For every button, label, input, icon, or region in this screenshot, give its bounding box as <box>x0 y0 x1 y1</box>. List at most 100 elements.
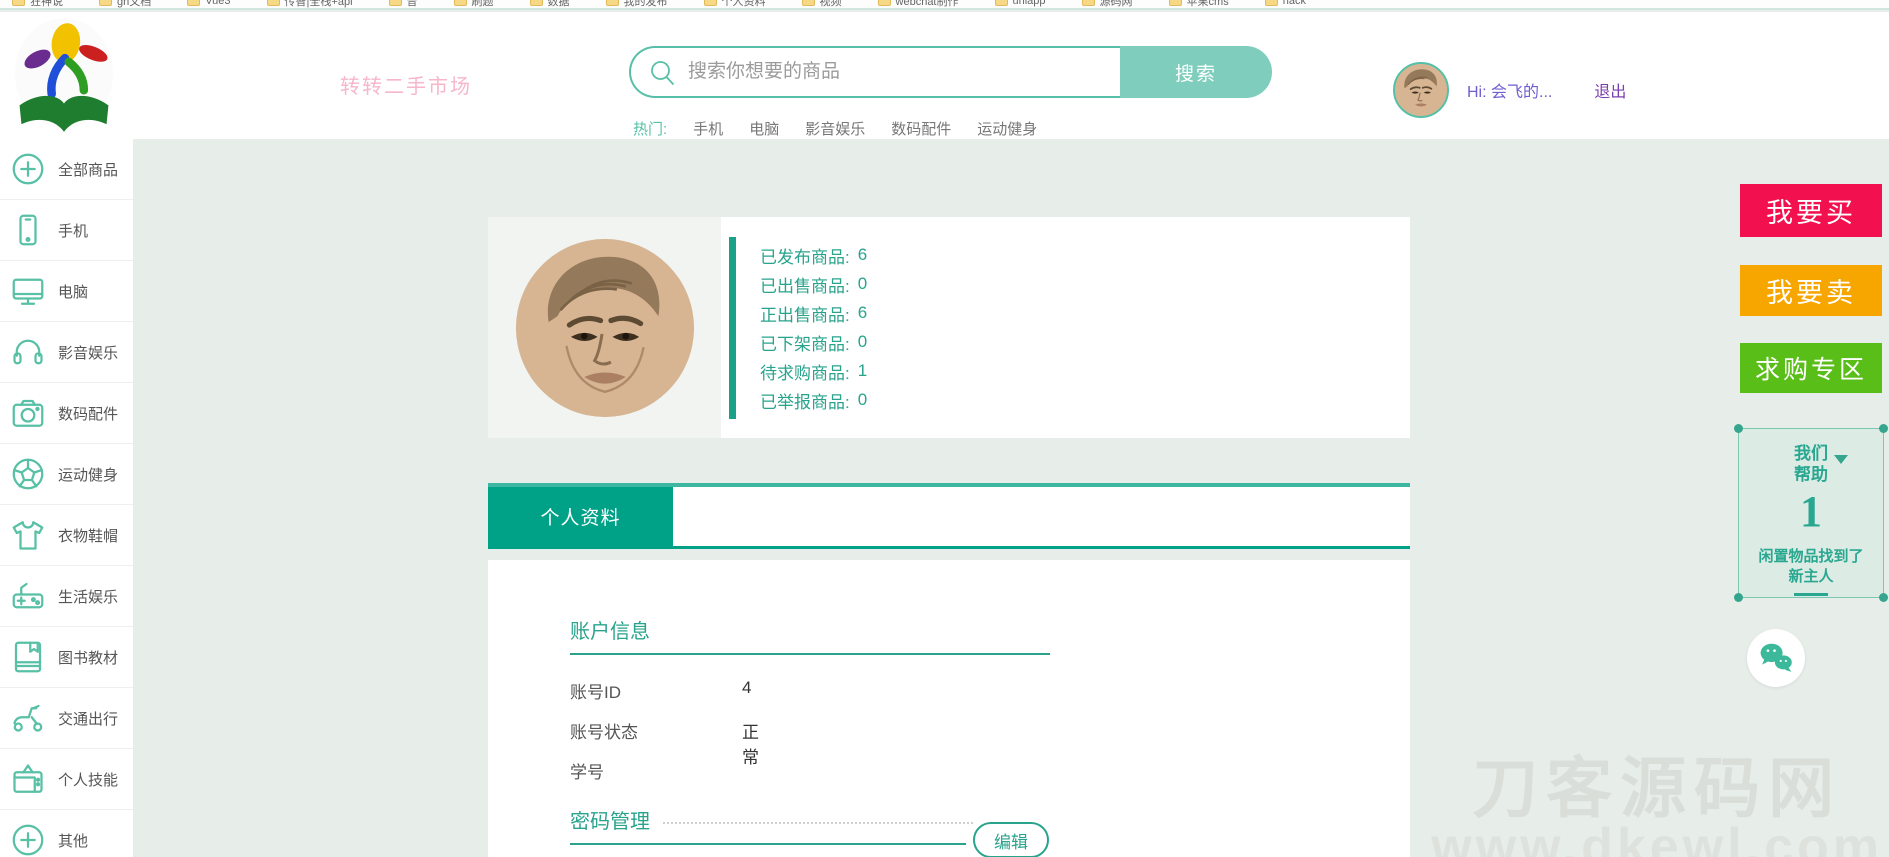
hot-link-accessories[interactable]: 数码配件 <box>891 118 951 139</box>
sidebar-item-label: 数码配件 <box>58 405 119 423</box>
bookmark-item[interactable]: 数据 <box>529 0 570 8</box>
folder-icon <box>801 0 815 6</box>
bookmark-label: 传智|全栈+api <box>284 0 353 8</box>
folder-icon <box>529 0 543 6</box>
bookmark-label: 音 <box>406 0 418 8</box>
folder-icon <box>877 0 891 6</box>
folder-icon <box>1264 0 1278 6</box>
sidebar-item-other[interactable]: 其他 <box>0 810 133 857</box>
help-title: 我们 帮助 <box>1794 443 1848 485</box>
help-underline <box>1794 593 1828 596</box>
tshirt-icon <box>10 517 46 553</box>
headphones-icon <box>10 334 46 370</box>
sidebar-item-label: 图书教材 <box>58 649 119 667</box>
bookmark-label: Vue3 <box>205 0 231 7</box>
tab-row: 个人资料 <box>488 487 1410 549</box>
buy-button[interactable]: 我要买 <box>1740 184 1882 237</box>
sidebar-item-personal-skills[interactable]: 个人技能 <box>0 749 133 810</box>
sidebar-item-clothing[interactable]: 衣物鞋帽 <box>0 505 133 566</box>
site-logo[interactable] <box>12 18 116 136</box>
sidebar-item-books[interactable]: 图书教材 <box>0 627 133 688</box>
sell-button[interactable]: 我要卖 <box>1740 265 1882 316</box>
page: 狂神说 gh文档 Vue3 传智|全栈+api 音 刷题 数据 我的发布 个人资… <box>0 0 1889 857</box>
sidebar-item-all-products[interactable]: 全部商品 <box>0 139 133 200</box>
stat-reported: 已举报商品: 0 <box>760 390 868 412</box>
bookmark-item[interactable]: 刷题 <box>453 0 494 8</box>
site-title: 转转二手市场 <box>340 76 472 98</box>
book-icon <box>10 639 46 675</box>
bookmark-label: gh文档 <box>117 0 152 8</box>
bookmark-item[interactable]: 我的发布 <box>605 0 668 8</box>
bookmark-label: 视频 <box>819 0 842 8</box>
password-section-title: 密码管理 <box>570 811 650 833</box>
search-box <box>629 46 1120 98</box>
bookmark-item[interactable]: 传智|全栈+api <box>266 0 353 8</box>
help-counter-widget: 我们 帮助 1 闲置物品找到了 新主人 <box>1734 424 1888 602</box>
sidebar-item-label: 全部商品 <box>58 161 119 179</box>
search-input[interactable] <box>688 61 1068 83</box>
sidebar-item-label: 交通出行 <box>58 710 119 728</box>
avatar[interactable] <box>1393 62 1449 118</box>
search-button[interactable]: 搜索 <box>1120 46 1272 98</box>
folder-icon <box>99 0 112 6</box>
tab-personal-profile[interactable]: 个人资料 <box>488 487 673 546</box>
hot-link-phone[interactable]: 手机 <box>693 118 723 139</box>
folder-icon <box>266 0 280 6</box>
avatar-panel <box>488 217 721 438</box>
bookmark-item[interactable]: webchat制作 <box>877 0 959 8</box>
section-divider <box>570 653 1050 655</box>
sidebar-item-life-entertainment[interactable]: 生活娱乐 <box>0 566 133 627</box>
hot-link-computer[interactable]: 电脑 <box>749 118 779 139</box>
edit-password-button[interactable]: 编辑 <box>973 822 1049 857</box>
bookmark-item[interactable]: gh文档 <box>99 0 152 8</box>
bookmark-label: 我的发布 <box>623 0 668 8</box>
sidebar-item-label: 影音娱乐 <box>58 344 119 362</box>
search-icon <box>651 60 674 85</box>
bookmark-label: uniapp <box>1012 0 1046 7</box>
sidebar-item-phone[interactable]: 手机 <box>0 200 133 261</box>
dotted-divider <box>663 822 973 824</box>
sidebar-item-sports-fitness[interactable]: 运动健身 <box>0 444 133 505</box>
sidebar-item-digital-accessories[interactable]: 数码配件 <box>0 383 133 444</box>
logout-link[interactable]: 退出 <box>1594 78 1626 102</box>
sidebar-item-label: 其他 <box>58 832 89 850</box>
folder-icon <box>12 0 25 6</box>
bookmark-item[interactable]: 音 <box>388 0 418 8</box>
account-section-title: 账户信息 <box>570 621 650 643</box>
sidebar-item-av-entertainment[interactable]: 影音娱乐 <box>0 322 133 383</box>
scooter-icon <box>10 700 46 736</box>
bookmark-item[interactable]: 视频 <box>801 0 842 8</box>
bookmark-item[interactable]: 苹果cms <box>1168 0 1229 8</box>
phone-icon <box>10 212 46 248</box>
bookmark-item[interactable]: 源码网 <box>1081 0 1133 8</box>
watermark-url: www.dkewl.com <box>1431 818 1883 857</box>
profile-avatar <box>515 238 694 417</box>
hot-link-sports[interactable]: 运动健身 <box>977 118 1037 139</box>
plus-circle-icon <box>10 151 46 187</box>
account-id-row: 账号ID 4 <box>570 678 752 702</box>
folder-icon <box>388 0 402 6</box>
bookmark-item[interactable]: uniapp <box>994 0 1046 7</box>
sidebar-item-computer[interactable]: 电脑 <box>0 261 133 322</box>
bookmark-label: hack <box>1282 0 1306 7</box>
wechat-icon <box>1760 643 1792 672</box>
hot-links-row: 热门: 手机 电脑 影音娱乐 数码配件 运动健身 <box>633 118 1037 139</box>
bookmark-item[interactable]: hack <box>1264 0 1306 7</box>
help-count: 1 <box>1800 487 1822 536</box>
bookmark-item[interactable]: 狂神说 <box>12 0 63 8</box>
bookmark-item[interactable]: 个人资料 <box>703 0 766 8</box>
wechat-button[interactable] <box>1747 629 1805 687</box>
bookmark-label: 狂神说 <box>30 0 63 8</box>
stats-panel: 已发布商品: 6 已出售商品: 0 正出售商品: 6 已下架商品: 0 待求购商品: 1 … <box>721 217 1410 438</box>
wanted-zone-button[interactable]: 求购专区 <box>1740 343 1882 393</box>
help-caption: 闲置物品找到了 新主人 <box>1758 549 1864 585</box>
sidebar-item-transport[interactable]: 交通出行 <box>0 688 133 749</box>
watermark: 刀客源码网 www.dkewl.com <box>1431 755 1883 857</box>
profile-tab-block: 个人资料 <box>488 483 1410 549</box>
bookmark-label: 源码网 <box>1099 0 1133 8</box>
stat-delisted: 已下架商品: 0 <box>760 332 868 354</box>
category-sidebar: 全部商品 手机 电脑 影音娱乐 数码配件 运动健身 衣物鞋帽 生活娱乐 图书教材… <box>0 139 133 857</box>
user-greeting[interactable]: Hi: 会飞的... <box>1467 78 1552 102</box>
bookmark-item[interactable]: Vue3 <box>187 0 231 7</box>
hot-link-av[interactable]: 影音娱乐 <box>805 118 865 139</box>
